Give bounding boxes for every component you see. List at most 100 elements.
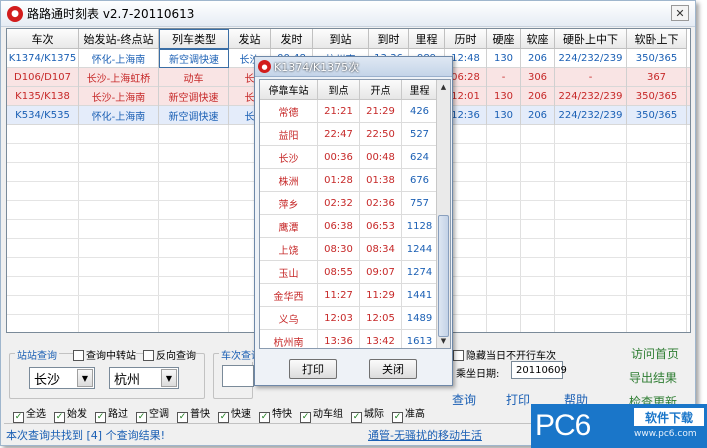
stop-cell: 08:30 <box>318 238 360 261</box>
stop-cell: 1274 <box>402 261 438 284</box>
filter-checkbox[interactable]: ✓ 始发 <box>54 405 87 423</box>
filter-checkbox[interactable]: ✓ 快速 <box>218 405 251 423</box>
filter-label: 空调 <box>149 409 169 420</box>
table-cell: 224/232/239 <box>555 49 627 68</box>
column-header[interactable]: 软座 <box>521 29 555 49</box>
dialog-print-button[interactable]: 打印 <box>289 359 337 379</box>
stop-row[interactable]: 株洲 01:28 01:38 676 <box>260 169 450 192</box>
filter-label: 快速 <box>231 409 251 420</box>
train-detail-dialog: ● K1374/K1375次 停靠车站 到点 开点 里程 常德 21:21 21:29 42… <box>254 56 453 386</box>
filter-checkbox[interactable]: ✓ 准高 <box>392 405 425 423</box>
column-header[interactable]: 到时 <box>369 29 409 49</box>
transfer-checkbox[interactable]: 查询中转站 <box>73 347 136 362</box>
filter-checkbox[interactable]: ✓ 全选 <box>13 405 46 423</box>
stops-column-header[interactable]: 开点 <box>360 80 402 100</box>
close-button[interactable]: ✕ <box>671 5 689 21</box>
column-header[interactable]: 硬卧上中下 <box>555 29 627 49</box>
stop-cell: 426 <box>402 100 438 123</box>
filter-label: 特快 <box>272 409 292 420</box>
table-cell: 新空调快速 <box>159 106 229 125</box>
filter-checkbox[interactable]: ✓ 特快 <box>259 405 292 423</box>
checkbox-icon: ✓ <box>392 412 403 423</box>
stop-cell: 22:47 <box>318 123 360 146</box>
print-button[interactable]: 打印 <box>506 391 530 408</box>
stops-table: 停靠车站 到点 开点 里程 常德 21:21 21:29 426 益阳 22:47 22:50 52… <box>259 79 451 349</box>
dialog-close-button[interactable]: 关闭 <box>369 359 417 379</box>
scroll-down-icon[interactable]: ▼ <box>438 335 449 347</box>
stops-column-header[interactable]: 里程 <box>402 80 438 100</box>
stop-cell: 06:53 <box>360 215 402 238</box>
stop-cell: 1441 <box>402 284 438 307</box>
search-button[interactable]: 查询 <box>452 391 476 408</box>
export-results-link[interactable]: 导出结果 <box>629 369 677 386</box>
stops-header: 停靠车站 到点 开点 里程 <box>260 80 450 100</box>
checkbox-icon: ✓ <box>54 412 65 423</box>
stop-row[interactable]: 金华西 11:27 11:29 1441 <box>260 284 450 307</box>
ad-link[interactable]: 通管-无骚扰的移动生活 <box>368 427 482 443</box>
stop-row[interactable]: 鹰潭 06:38 06:53 1128 <box>260 215 450 238</box>
stop-row[interactable]: 玉山 08:55 09:07 1274 <box>260 261 450 284</box>
train-number-input[interactable] <box>222 365 254 387</box>
stop-cell: 1244 <box>402 238 438 261</box>
table-cell: 130 <box>487 87 521 106</box>
visit-home-link[interactable]: 访问首页 <box>631 345 679 362</box>
reverse-checkbox[interactable]: 反向查询 <box>143 347 196 362</box>
column-header[interactable]: 列车类型 <box>159 29 229 49</box>
column-header[interactable]: 发站 <box>229 29 271 49</box>
column-header[interactable]: 发时 <box>271 29 313 49</box>
table-cell: 长沙-上海南 <box>79 87 159 106</box>
stops-column-header[interactable]: 到点 <box>318 80 360 100</box>
stop-cell: 22:50 <box>360 123 402 146</box>
date-input[interactable]: 20110609 <box>511 361 567 379</box>
filter-checkbox[interactable]: ✓ 路过 <box>95 405 128 423</box>
stop-cell: 01:28 <box>318 169 360 192</box>
column-header[interactable]: 历时 <box>445 29 487 49</box>
stop-cell: 21:21 <box>318 100 360 123</box>
filter-label: 路过 <box>108 409 128 420</box>
table-header: 车次 始发站-终点站 列车类型 发站 发时 到站 到时 里程 历时 硬座 软座 硬卧上中下 软卧上下 <box>7 29 687 49</box>
stop-row[interactable]: 上饶 08:30 08:34 1244 <box>260 238 450 261</box>
stops-column-header[interactable]: 停靠车站 <box>260 80 318 100</box>
column-header[interactable]: 车次 <box>7 29 79 49</box>
stop-cell: 株洲 <box>260 169 318 192</box>
table-cell: 224/232/239 <box>555 87 627 106</box>
scroll-up-icon[interactable]: ▲ <box>438 81 449 93</box>
filter-label: 普快 <box>190 409 210 420</box>
filter-label: 准高 <box>405 409 425 420</box>
stop-cell: 527 <box>402 123 438 146</box>
window-title: 路路通时刻表 v2.7-20110613 <box>27 7 195 21</box>
column-header[interactable]: 里程 <box>409 29 445 49</box>
stop-row[interactable]: 益阳 22:47 22:50 527 <box>260 123 450 146</box>
to-station-select[interactable]: 杭州 ▼ <box>109 367 179 389</box>
hide-not-running-checkbox[interactable]: 隐藏当日不开行车次 <box>453 347 556 362</box>
column-header[interactable]: 到站 <box>313 29 369 49</box>
checkbox-icon: ✓ <box>136 412 147 423</box>
pc6-watermark-logo: PC6 软件下载 www.pc6.com <box>531 404 707 448</box>
stops-scrollbar[interactable]: ▲ ▼ <box>436 80 450 348</box>
stop-row[interactable]: 长沙 00:36 00:48 624 <box>260 146 450 169</box>
from-station-select[interactable]: 长沙 ▼ <box>29 367 95 389</box>
checkbox-icon: ✓ <box>351 412 362 423</box>
stop-row[interactable]: 义乌 12:03 12:05 1489 <box>260 307 450 330</box>
stop-cell: 玉山 <box>260 261 318 284</box>
stop-row[interactable]: 常德 21:21 21:29 426 <box>260 100 450 123</box>
table-cell: D106/D107 <box>7 68 79 87</box>
column-header[interactable]: 始发站-终点站 <box>79 29 159 49</box>
column-header[interactable]: 硬座 <box>487 29 521 49</box>
scrollbar-thumb[interactable] <box>438 215 449 337</box>
stop-cell: 金华西 <box>260 284 318 307</box>
filter-checkbox[interactable]: ✓ 普快 <box>177 405 210 423</box>
stop-row[interactable]: 杭州南 13:36 13:42 1613 <box>260 330 450 348</box>
stop-cell: 上饶 <box>260 238 318 261</box>
filter-checkbox[interactable]: ✓ 城际 <box>351 405 384 423</box>
filter-checkbox[interactable]: ✓ 动车组 <box>300 405 343 423</box>
stop-row[interactable]: 萍乡 02:32 02:36 757 <box>260 192 450 215</box>
stop-cell: 13:36 <box>318 330 360 348</box>
dialog-title-bar: ● K1374/K1375次 <box>255 57 452 77</box>
filter-checkbox[interactable]: ✓ 空调 <box>136 405 169 423</box>
stop-cell: 1128 <box>402 215 438 238</box>
dialog-title: K1374/K1375次 <box>274 60 360 74</box>
column-header[interactable]: 软卧上下 <box>627 29 687 49</box>
filter-label: 动车组 <box>313 409 343 420</box>
stop-cell: 676 <box>402 169 438 192</box>
